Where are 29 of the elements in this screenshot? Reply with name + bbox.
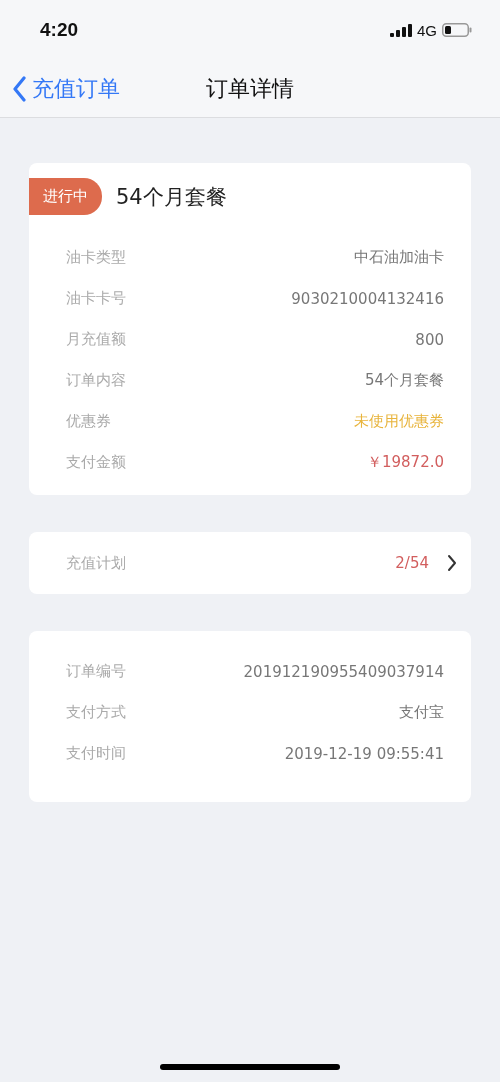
field-label: 油卡卡号 xyxy=(66,289,126,308)
field-value: 2019-12-19 09:55:41 xyxy=(284,744,444,763)
status-time: 4:20 xyxy=(40,19,79,41)
battery-icon xyxy=(442,23,472,37)
field-label: 支付方式 xyxy=(66,703,126,722)
field-label: 支付时间 xyxy=(66,744,126,763)
page-title: 订单详情 xyxy=(206,74,294,103)
field-value: 201912190955409037914 xyxy=(243,662,444,681)
signal-icon xyxy=(390,23,412,37)
field-value: 54个月套餐 xyxy=(364,371,444,390)
plan-label: 充值计划 xyxy=(66,553,127,573)
field-label: 优惠券 xyxy=(66,412,111,431)
field-value: 中石油加油卡 xyxy=(354,248,444,267)
network-label: 4G xyxy=(417,21,437,39)
field-label: 订单内容 xyxy=(66,371,126,390)
field-label: 月充值额 xyxy=(66,330,126,349)
chevron-right-icon xyxy=(447,554,457,572)
chevron-left-icon xyxy=(12,75,26,102)
field-value: 800 xyxy=(415,330,444,349)
status-badge: 进行中 xyxy=(29,178,102,215)
field-value: 9030210004132416 xyxy=(291,289,444,308)
field-value: 支付宝 xyxy=(399,703,444,722)
field-value: 未使用优惠券 xyxy=(354,412,444,431)
field-value: ￥19872.0 xyxy=(366,453,444,472)
back-button[interactable]: 充值订单 xyxy=(0,73,120,104)
order-title: 54个月套餐 xyxy=(116,183,227,211)
field-label: 订单编号 xyxy=(66,662,126,681)
field-label: 支付金额 xyxy=(66,453,126,472)
field-label: 油卡类型 xyxy=(66,248,126,267)
